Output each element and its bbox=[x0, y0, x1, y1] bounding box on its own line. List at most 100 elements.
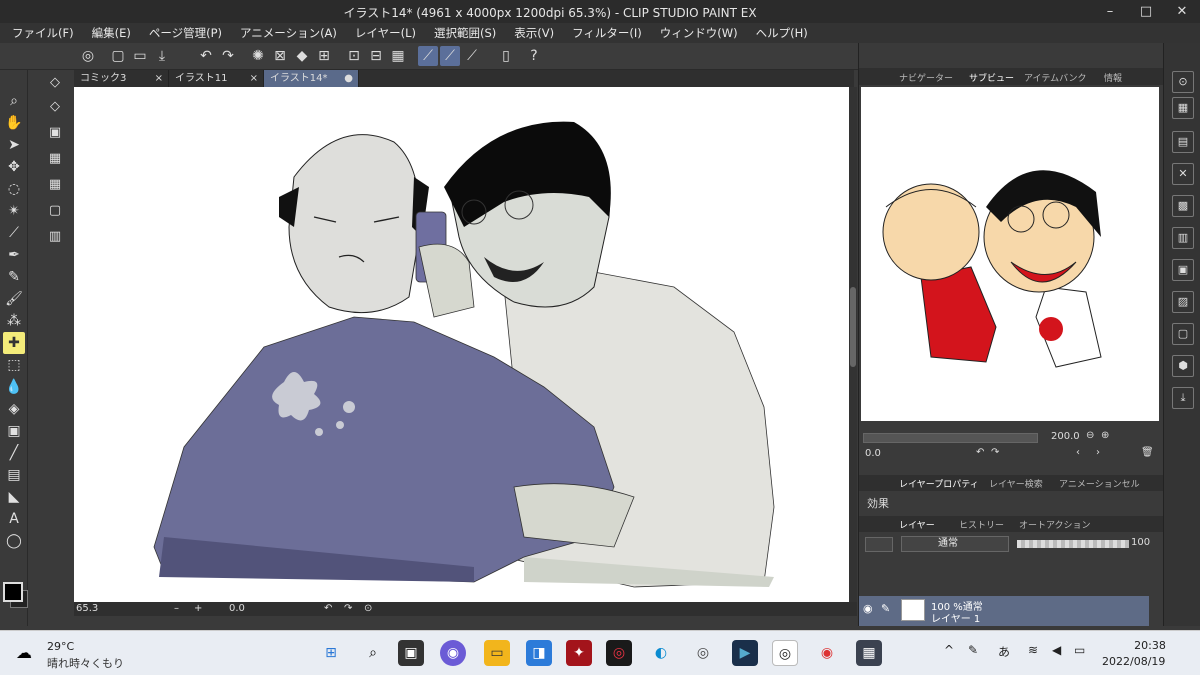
open-file-icon[interactable]: ▭ bbox=[130, 46, 150, 66]
tab-comic3[interactable]: コミック3 × bbox=[74, 70, 169, 87]
help-icon[interactable]: ? bbox=[524, 46, 544, 66]
operation-tool-icon[interactable]: ➤ bbox=[3, 134, 25, 156]
menu-window[interactable]: ウィンドウ(W) bbox=[660, 25, 738, 41]
minimize-button[interactable]: – bbox=[1092, 0, 1128, 23]
sub-tool-eraser-rough-icon[interactable]: ▢ bbox=[44, 200, 66, 222]
filter-icon[interactable]: ▥ bbox=[1172, 227, 1194, 249]
sub-tool-eraser-snap-icon[interactable]: ▦ bbox=[44, 174, 66, 196]
decoration-tool-icon[interactable]: ✚ bbox=[3, 332, 25, 354]
menu-help[interactable]: ヘルプ(H) bbox=[756, 25, 808, 41]
creative-cloud-icon[interactable]: ◎ bbox=[606, 640, 632, 666]
sub-tool-eraser-soft-icon[interactable]: ◇ bbox=[44, 96, 66, 118]
subview-zoom-slider[interactable] bbox=[863, 433, 1038, 443]
snap-ruler-icon[interactable]: ⟋ bbox=[418, 46, 438, 66]
wifi-icon[interactable]: ≋ bbox=[1028, 643, 1038, 657]
menu-file[interactable]: ファイル(F) bbox=[12, 25, 74, 41]
opacity-value[interactable]: 100 bbox=[1131, 537, 1150, 548]
show-selection-icon[interactable]: ▦ bbox=[388, 46, 408, 66]
start-icon[interactable]: ⊞ bbox=[318, 640, 344, 666]
eyedropper-tool-icon[interactable]: ⟋ bbox=[3, 222, 25, 244]
transform-icon[interactable]: ⊞ bbox=[314, 46, 334, 66]
subview-zoom-out-icon[interactable]: ⊖ bbox=[1086, 430, 1094, 441]
layer-row[interactable]: ◉ ✎ 100 %通常 レイヤー 1 bbox=[859, 596, 1149, 626]
volume-icon[interactable]: ◀ bbox=[1052, 643, 1061, 657]
tab-animation-cel[interactable]: アニメーションセル bbox=[1059, 477, 1140, 490]
zoom-tool-icon[interactable]: ⌕ bbox=[3, 90, 25, 112]
tab-layer[interactable]: レイヤー bbox=[899, 518, 935, 531]
ime-indicator[interactable]: あ bbox=[998, 643, 1010, 660]
image-material-icon[interactable]: ▣ bbox=[1172, 259, 1194, 281]
brush-tool-icon[interactable]: 🖌 bbox=[3, 288, 25, 310]
maximize-button[interactable]: □ bbox=[1128, 0, 1164, 23]
reset-rotation-icon[interactable]: ⊙ bbox=[364, 603, 372, 614]
weather-icon[interactable]: ☁ bbox=[16, 643, 32, 662]
edge-icon[interactable]: ◐ bbox=[648, 640, 674, 666]
tray-overflow-icon[interactable]: ^ bbox=[944, 643, 954, 657]
subview-rotate-left-icon[interactable]: ↶ bbox=[976, 447, 984, 458]
prime-video-icon[interactable]: ▶ bbox=[732, 640, 758, 666]
close-button[interactable]: ✕ bbox=[1164, 0, 1200, 23]
pencil-tool-icon[interactable]: ✎ bbox=[3, 266, 25, 288]
store-icon[interactable]: ◨ bbox=[526, 640, 552, 666]
snap-special-ruler-icon[interactable]: ⟋ bbox=[440, 46, 460, 66]
figure-tool-icon[interactable]: ╱ bbox=[3, 442, 25, 464]
tab-auto-action[interactable]: オートアクション bbox=[1019, 518, 1091, 531]
material-icon[interactable]: ✕ bbox=[1172, 163, 1194, 185]
subview-prev-icon[interactable]: ‹ bbox=[1076, 447, 1080, 458]
tab-info[interactable]: 情報 bbox=[1104, 71, 1122, 84]
subview-reference-image[interactable] bbox=[861, 87, 1159, 421]
canvas-vertical-scrollbar[interactable] bbox=[849, 87, 857, 602]
sub-tool-eraser-hard-icon[interactable]: ◇ bbox=[44, 72, 66, 94]
weather-temperature[interactable]: 29°C bbox=[47, 640, 74, 653]
layer-palette-icon[interactable]: ▤ bbox=[1172, 131, 1194, 153]
eraser-tool-icon[interactable]: ⬚ bbox=[3, 354, 25, 376]
balloon-tool-icon[interactable]: ◯ bbox=[3, 530, 25, 552]
rotate-left-icon[interactable]: ↶ bbox=[324, 603, 332, 614]
zoom-in-button[interactable]: + bbox=[194, 603, 202, 614]
frame-tool-icon[interactable]: ▤ bbox=[3, 464, 25, 486]
pen-lock-icon[interactable]: ✎ bbox=[881, 602, 890, 615]
tab-subview[interactable]: サブビュー bbox=[969, 71, 1014, 84]
pen-tool-icon[interactable]: ✒ bbox=[3, 244, 25, 266]
menu-layer[interactable]: レイヤー(L) bbox=[355, 25, 416, 41]
blend-mode-select[interactable]: 通常 bbox=[901, 536, 1009, 552]
weather-description[interactable]: 晴れ時々くもり bbox=[47, 655, 124, 671]
color-set-icon[interactable]: ▦ bbox=[1172, 97, 1194, 119]
search-icon[interactable]: ⌕ bbox=[360, 640, 386, 666]
tab-layer-property[interactable]: レイヤープロパティ bbox=[899, 477, 979, 490]
canvas[interactable] bbox=[74, 87, 849, 602]
opacity-slider[interactable] bbox=[1017, 540, 1129, 548]
gradient-tool-icon[interactable]: ▣ bbox=[3, 420, 25, 442]
snap-grid-icon[interactable]: ⟋ bbox=[462, 46, 482, 66]
tab-close-icon[interactable]: × bbox=[250, 70, 258, 87]
layer-color-select[interactable] bbox=[865, 537, 893, 552]
menu-animation[interactable]: アニメーション(A) bbox=[240, 25, 337, 41]
color-wheel-icon[interactable]: ⊙ bbox=[1172, 71, 1194, 93]
tab-layer-search[interactable]: レイヤー検索 bbox=[989, 477, 1043, 490]
menu-page[interactable]: ページ管理(P) bbox=[149, 25, 222, 41]
move-layer-tool-icon[interactable]: ✥ bbox=[3, 156, 25, 178]
frame-material-icon[interactable]: ▢ bbox=[1172, 323, 1194, 345]
file-explorer-icon[interactable]: ▭ bbox=[484, 640, 510, 666]
subview-rotate-right-icon[interactable]: ↷ bbox=[991, 447, 999, 458]
deselect-icon[interactable]: ⊡ bbox=[344, 46, 364, 66]
subview-delete-icon[interactable]: 🗑 bbox=[1141, 447, 1154, 458]
rotation-value[interactable]: 0.0 bbox=[229, 603, 245, 614]
sub-tool-eraser-vector-icon[interactable]: ▣ bbox=[44, 122, 66, 144]
sub-tool-eraser-kneaded-icon[interactable]: ▥ bbox=[44, 226, 66, 248]
cut-icon[interactable]: ⊠ bbox=[270, 46, 290, 66]
clip-studio-icon[interactable]: ◎ bbox=[78, 46, 98, 66]
chat-icon[interactable]: ◉ bbox=[440, 640, 466, 666]
clear-icon[interactable]: ✺ bbox=[248, 46, 268, 66]
tab-illust11[interactable]: イラスト11 × bbox=[169, 70, 264, 87]
blend-tool-icon[interactable]: 💧 bbox=[3, 376, 25, 398]
tab-modified-icon[interactable]: ● bbox=[344, 70, 353, 87]
brush-material-icon[interactable]: ▨ bbox=[1172, 291, 1194, 313]
subview-zoom-in-icon[interactable]: ⊕ bbox=[1101, 430, 1109, 441]
ruler-tool-icon[interactable]: ◣ bbox=[3, 486, 25, 508]
app-red-icon[interactable]: ✦ bbox=[566, 640, 592, 666]
scrollbar-thumb[interactable] bbox=[850, 287, 856, 367]
subview-zoom-value[interactable]: 200.0 bbox=[1051, 431, 1080, 442]
airbrush-tool-icon[interactable]: ⁂ bbox=[3, 310, 25, 332]
undo-icon[interactable]: ↶ bbox=[196, 46, 216, 66]
